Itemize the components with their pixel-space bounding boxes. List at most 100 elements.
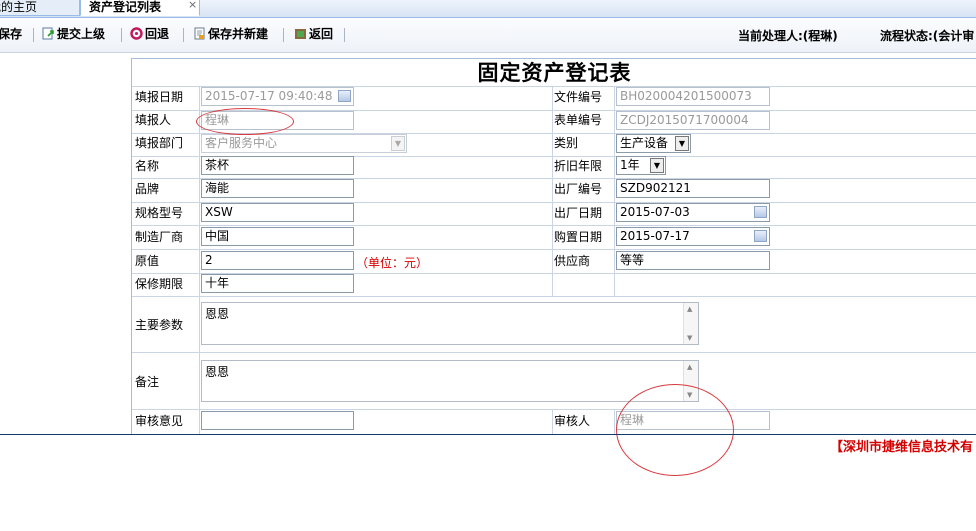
model-label: 规格型号 — [135, 206, 184, 220]
dept-value: 客户服务中心 — [205, 136, 278, 150]
tab-home[interactable]: 我的主页 — [0, 0, 80, 16]
toolbar-divider — [121, 28, 122, 42]
maker-label: 制造厂商 — [135, 230, 184, 244]
scroll-up-icon[interactable]: ▲ — [687, 305, 692, 313]
return-label: 返回 — [309, 27, 334, 41]
annotation-oval — [196, 108, 294, 135]
footer-company: 【深圳市捷维信息技术有 — [830, 440, 974, 455]
params-label: 主要参数 — [135, 318, 184, 332]
serial-field[interactable]: SZD902121 — [616, 179, 770, 198]
scroll-up-icon[interactable]: ▲ — [687, 363, 692, 371]
chevron-down-icon[interactable]: ▼ — [675, 136, 689, 151]
category-value: 生产设备 — [620, 136, 669, 150]
save-button[interactable]: 保存 — [0, 26, 22, 42]
maker-field[interactable]: 中国 — [201, 227, 354, 246]
calendar-icon[interactable] — [754, 206, 767, 218]
calendar-icon[interactable] — [338, 90, 351, 102]
column-divider — [552, 86, 553, 296]
page-title: 固定资产登记表 — [477, 60, 632, 85]
form-no-value: ZCDJ2015071700004 — [620, 113, 749, 127]
flow-status: 流程状态:(会计审 — [880, 29, 975, 43]
warranty-value: 十年 — [205, 276, 230, 290]
mfg-date-label: 出厂日期 — [554, 206, 603, 220]
document-icon — [193, 27, 206, 40]
rollback-button[interactable]: 回退 — [130, 26, 169, 42]
reviewer-label: 审核人 — [554, 414, 591, 428]
chevron-down-icon[interactable]: ▼ — [650, 158, 664, 173]
file-no-field[interactable]: BH020004201500073 — [616, 87, 770, 106]
tab-asset-list-label: 资产登记列表 — [89, 0, 162, 14]
toolbar-divider — [283, 28, 284, 42]
tab-asset-list[interactable]: 资产登记列表 — [80, 0, 200, 16]
mfg-date-field[interactable]: 2015-07-03 — [616, 203, 770, 222]
opinion-label: 审核意见 — [135, 414, 184, 428]
submit-button[interactable]: 提交上级 — [42, 26, 105, 42]
maker-value: 中国 — [205, 229, 230, 243]
remark-label: 备注 — [135, 375, 160, 389]
remark-value: 恩恩 — [205, 365, 230, 379]
supplier-label: 供应商 — [554, 254, 591, 268]
save-label: 保存 — [0, 27, 23, 41]
current-handler: 当前处理人:(程琳) — [738, 29, 838, 43]
submit-icon — [42, 27, 55, 40]
toolbar-divider — [183, 28, 184, 42]
fill-date-field[interactable]: 2015-07-17 09:40:48 — [201, 87, 354, 106]
fill-date-value: 2015-07-17 09:40:48 — [205, 89, 333, 103]
scroll-down-icon[interactable]: ▼ — [687, 334, 692, 342]
brand-value: 海能 — [205, 181, 230, 195]
brand-field[interactable]: 海能 — [201, 179, 354, 198]
toolbar: 保存 提交上级 回退 保存并新建 返回 当前处理人:(程琳) 流程状态:(会计审 — [0, 18, 976, 53]
warranty-field[interactable]: 十年 — [201, 274, 354, 293]
scrollbar[interactable]: ▲ ▼ — [683, 303, 698, 344]
unit-note: （单位：元） — [356, 256, 429, 270]
save-new-button[interactable]: 保存并新建 — [193, 26, 268, 42]
file-no-label: 文件编号 — [554, 90, 603, 104]
rollback-label: 回退 — [145, 27, 170, 41]
rollback-icon — [130, 27, 143, 40]
bottom-divider — [0, 434, 976, 435]
calendar-icon[interactable] — [754, 230, 767, 242]
model-value: XSW — [205, 205, 233, 219]
row-divider — [132, 409, 976, 410]
brand-label: 品牌 — [135, 182, 160, 196]
dept-label: 填报部门 — [135, 136, 184, 150]
chevron-down-icon[interactable]: ▼ — [391, 136, 405, 151]
model-field[interactable]: XSW — [201, 203, 354, 222]
mfg-date-value: 2015-07-03 — [620, 205, 690, 219]
orig-value-label: 原值 — [135, 254, 160, 268]
dep-years-value: 1年 — [620, 158, 640, 172]
close-icon[interactable]: × — [188, 0, 197, 11]
fill-date-label: 填报日期 — [135, 90, 184, 104]
supplier-field[interactable]: 等等 — [616, 251, 770, 270]
dep-years-label: 折旧年限 — [554, 159, 603, 173]
row-divider — [132, 249, 976, 250]
toolbar-divider — [33, 28, 34, 42]
name-label: 名称 — [135, 159, 160, 173]
tab-home-label: 我的主页 — [0, 0, 38, 14]
name-value: 茶杯 — [205, 158, 230, 172]
buy-date-field[interactable]: 2015-07-17 — [616, 227, 770, 246]
orig-value-value: 2 — [205, 253, 213, 267]
form-no-label: 表单编号 — [554, 113, 603, 127]
orig-value-field[interactable]: 2 — [201, 251, 354, 270]
dept-select[interactable]: 客户服务中心 ▼ — [201, 134, 407, 153]
column-divider — [199, 86, 200, 435]
name-field[interactable]: 茶杯 — [201, 156, 354, 175]
opinion-field[interactable] — [201, 411, 354, 430]
tab-strip: 我的主页 资产登记列表 × — [0, 0, 976, 18]
remark-textarea[interactable]: 恩恩 ▲ ▼ — [201, 360, 699, 402]
return-button[interactable]: 返回 — [294, 26, 333, 42]
file-no-value: BH020004201500073 — [620, 89, 752, 103]
form-no-field[interactable]: ZCDJ2015071700004 — [616, 111, 770, 130]
category-label: 类别 — [554, 136, 579, 150]
column-divider — [614, 86, 615, 296]
dep-years-select[interactable]: 1年 ▼ — [616, 156, 666, 175]
annotation-oval — [616, 384, 734, 476]
buy-date-value: 2015-07-17 — [620, 229, 690, 243]
params-textarea[interactable]: 恩恩 ▲ ▼ — [201, 302, 699, 345]
category-select[interactable]: 生产设备 ▼ — [616, 134, 691, 153]
filler-label: 填报人 — [135, 113, 172, 127]
buy-date-label: 购置日期 — [554, 230, 603, 244]
warranty-label: 保修期限 — [135, 277, 184, 291]
serial-value: SZD902121 — [620, 181, 691, 195]
